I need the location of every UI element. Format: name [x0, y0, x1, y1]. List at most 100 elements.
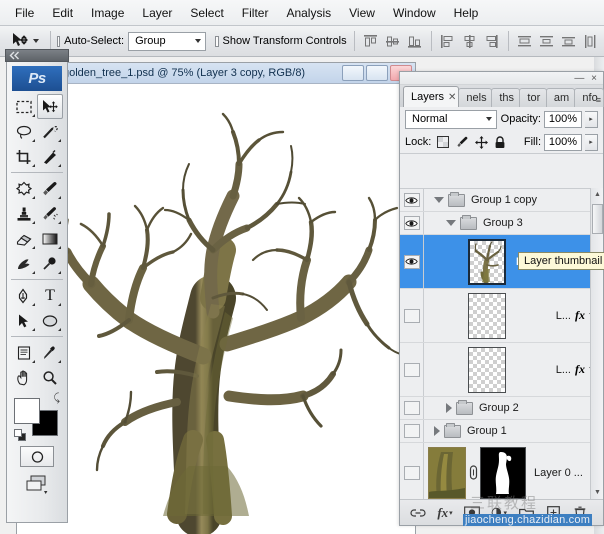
- distribute-bottom-edges-icon[interactable]: [559, 32, 578, 51]
- clone-stamp-tool[interactable]: [11, 201, 37, 226]
- menu-view[interactable]: View: [340, 3, 384, 23]
- layer-row[interactable]: Group 1: [400, 420, 603, 443]
- lock-transparency-icon[interactable]: [436, 135, 450, 149]
- layer-content[interactable]: L... fx: [424, 343, 603, 396]
- tab-channels[interactable]: nels: [458, 88, 492, 107]
- close-icon[interactable]: ✕: [448, 92, 456, 103]
- notes-tool[interactable]: [11, 340, 37, 365]
- distribute-vertical-centers-icon[interactable]: [537, 32, 556, 51]
- eyedropper-tool[interactable]: [37, 340, 63, 365]
- link-layers-icon[interactable]: [466, 465, 480, 480]
- visibility-toggle[interactable]: [400, 235, 424, 288]
- spot-healing-brush-tool[interactable]: [11, 176, 37, 201]
- lock-image-icon[interactable]: [455, 135, 469, 149]
- auto-select-dropdown[interactable]: Group: [128, 32, 206, 51]
- layer-thumbnail[interactable]: [468, 347, 506, 393]
- show-transform-checkbox[interactable]: [215, 36, 218, 47]
- chevron-right-icon[interactable]: [434, 426, 440, 436]
- align-top-edges-icon[interactable]: [361, 32, 380, 51]
- distribute-top-edges-icon[interactable]: [515, 32, 534, 51]
- document-title-bar[interactable]: golden_tree_1.psd @ 75% (Layer 3 copy, R…: [17, 63, 415, 84]
- zoom-tool[interactable]: [37, 365, 63, 390]
- menu-layer[interactable]: Layer: [133, 3, 181, 23]
- gradient-tool[interactable]: [37, 226, 63, 251]
- visibility-toggle[interactable]: [400, 289, 424, 342]
- move-tool[interactable]: [37, 94, 63, 119]
- scroll-down-arrow-icon[interactable]: ▼: [591, 486, 604, 499]
- tab-program[interactable]: am: [546, 88, 576, 107]
- path-selection-tool[interactable]: [11, 308, 37, 333]
- blend-mode-dropdown[interactable]: Normal: [405, 110, 497, 129]
- chevron-right-icon[interactable]: [446, 403, 452, 413]
- layer-thumbnail[interactable]: [428, 447, 466, 499]
- align-right-edges-icon[interactable]: [482, 32, 501, 51]
- lock-position-icon[interactable]: [474, 135, 488, 149]
- layer-mask-thumbnail[interactable]: [480, 447, 526, 499]
- menu-image[interactable]: Image: [82, 3, 133, 23]
- tab-paths[interactable]: ths: [491, 88, 520, 107]
- menu-file[interactable]: File: [6, 3, 43, 23]
- fill-stepper[interactable]: ▸: [585, 134, 598, 151]
- layer-thumbnail[interactable]: [468, 239, 506, 285]
- distribute-left-edges-icon[interactable]: [581, 32, 600, 51]
- tab-layers[interactable]: Layers ✕: [403, 86, 459, 107]
- slice-tool[interactable]: [37, 144, 63, 169]
- layer-row[interactable]: L... fx: [400, 343, 603, 397]
- tab-history[interactable]: tor: [519, 88, 546, 107]
- layer-effects-icon[interactable]: fx: [575, 308, 585, 323]
- layer-effects-icon[interactable]: fx: [575, 362, 585, 377]
- layers-scrollbar[interactable]: ▲ ▼: [590, 188, 603, 499]
- screen-mode-button[interactable]: [20, 474, 54, 496]
- eraser-tool[interactable]: [11, 226, 37, 251]
- brush-tool[interactable]: [37, 176, 63, 201]
- visibility-toggle[interactable]: [400, 189, 424, 211]
- visibility-toggle[interactable]: [400, 343, 424, 396]
- scroll-up-arrow-icon[interactable]: ▲: [591, 188, 604, 201]
- menu-help[interactable]: Help: [445, 3, 488, 23]
- dodge-burn-tool[interactable]: [37, 251, 63, 276]
- maximize-button[interactable]: [366, 65, 388, 81]
- menu-edit[interactable]: Edit: [43, 3, 82, 23]
- layer-row[interactable]: Group 1 copy: [400, 189, 603, 212]
- rectangular-marquee-tool[interactable]: [11, 94, 37, 119]
- opacity-stepper[interactable]: ▸: [585, 111, 598, 128]
- hand-tool[interactable]: [11, 365, 37, 390]
- visibility-toggle[interactable]: [400, 420, 424, 442]
- document-canvas[interactable]: [17, 84, 415, 534]
- layer-disclosure[interactable]: Group 1 copy: [424, 189, 603, 211]
- layer-row[interactable]: Layer 0 ...: [400, 443, 603, 499]
- visibility-toggle[interactable]: [400, 443, 424, 499]
- panel-minimize-close-icons[interactable]: — ×: [574, 73, 599, 84]
- history-brush-tool[interactable]: [37, 201, 63, 226]
- layer-row[interactable]: Group 2: [400, 397, 603, 420]
- pen-tool[interactable]: [11, 283, 37, 308]
- default-colors-icon[interactable]: [14, 429, 27, 442]
- panel-title-bar[interactable]: — ×: [400, 72, 603, 85]
- crop-tool[interactable]: [11, 144, 37, 169]
- align-vertical-centers-icon[interactable]: [383, 32, 402, 51]
- visibility-toggle[interactable]: [400, 212, 424, 234]
- layer-disclosure[interactable]: Group 3: [424, 212, 603, 234]
- layer-content[interactable]: Layer 0 ...: [424, 443, 603, 499]
- opacity-input[interactable]: 100%: [544, 111, 582, 128]
- chevron-down-icon[interactable]: [446, 220, 456, 226]
- align-horizontal-centers-icon[interactable]: [460, 32, 479, 51]
- layer-disclosure[interactable]: Group 2: [424, 397, 603, 419]
- lasso-tool[interactable]: [11, 119, 37, 144]
- link-layers-icon[interactable]: [410, 505, 426, 521]
- layer-content[interactable]: L... fx: [424, 289, 603, 342]
- lock-all-icon[interactable]: [493, 135, 507, 149]
- layer-row[interactable]: Group 3: [400, 212, 603, 235]
- align-left-edges-icon[interactable]: [438, 32, 457, 51]
- type-tool[interactable]: T: [37, 283, 63, 308]
- menu-window[interactable]: Window: [384, 3, 445, 23]
- magic-wand-tool[interactable]: [37, 119, 63, 144]
- visibility-toggle[interactable]: [400, 397, 424, 419]
- tool-preset-picker[interactable]: [4, 32, 43, 50]
- scrollbar-thumb[interactable]: [592, 204, 603, 234]
- panel-menu-icon[interactable]: ≡: [596, 96, 601, 105]
- blur-smudge-tool[interactable]: [11, 251, 37, 276]
- chevron-down-icon[interactable]: [434, 197, 444, 203]
- layer-thumbnail[interactable]: [468, 293, 506, 339]
- menu-filter[interactable]: Filter: [233, 3, 278, 23]
